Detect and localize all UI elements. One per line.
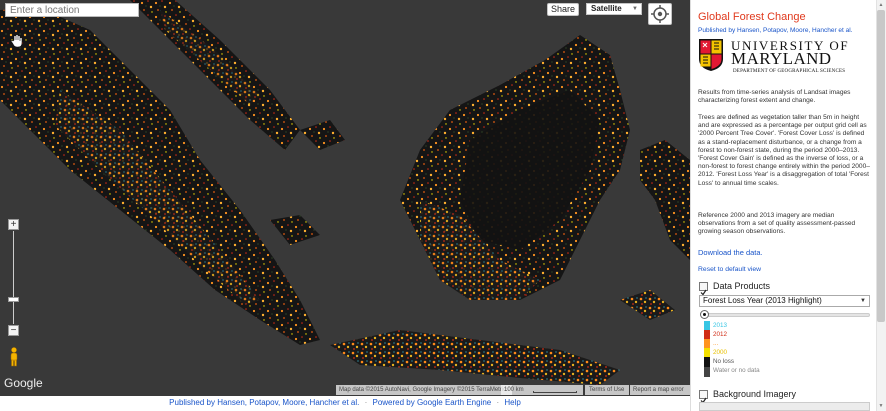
footer-separator: · <box>364 398 368 407</box>
powered-by-link[interactable]: Powered by Google Earth Engine <box>372 398 491 407</box>
umd-logo: UNIVERSITY OF MARYLAND DEPARTMENT OF GEO… <box>699 38 869 76</box>
background-imagery-label: Background Imagery <box>713 389 797 399</box>
intro-text: Results from time-series analysis of Lan… <box>698 89 851 105</box>
data-products-checkbox[interactable] <box>699 282 708 296</box>
definitions-text: Trees are defined as vegetation taller t… <box>698 114 870 187</box>
data-layer-select[interactable]: Forest Loss Year (2013 Highlight) ▼ <box>699 295 870 307</box>
legend-2012: 2012 <box>713 331 728 338</box>
share-button[interactable]: Share <box>547 3 579 16</box>
reference-text: Reference 2000 and 2013 imagery are medi… <box>698 212 856 236</box>
opacity-slider-thumb[interactable] <box>700 310 709 319</box>
pegman-icon[interactable] <box>9 347 19 367</box>
crosshair-locate-icon <box>651 5 669 23</box>
scale-bar-line <box>533 391 577 393</box>
hand-pan-icon <box>11 34 23 48</box>
legend-water: Water or no data <box>713 367 760 374</box>
background-opacity-slider[interactable] <box>699 402 870 411</box>
authors-link[interactable]: Published by Hansen, Potapov, Moore, Han… <box>698 27 853 34</box>
data-products-label: Data Products <box>713 281 771 291</box>
chevron-down-icon: ▼ <box>632 6 638 12</box>
published-link[interactable]: Published by Hansen, Potapov, Moore, Han… <box>169 398 359 407</box>
scroll-down-icon[interactable]: ▼ <box>877 402 885 410</box>
legend-2013: 2013 <box>713 322 728 329</box>
map-canvas[interactable]: Share Satellite ▼ + − Google Map <box>0 0 690 396</box>
scroll-up-icon[interactable]: ▲ <box>877 1 885 9</box>
google-logo: Google <box>4 376 43 390</box>
map-type-value: Satellite <box>591 4 622 13</box>
footer-links: Published by Hansen, Potapov, Moore, Han… <box>0 396 690 411</box>
footer-separator: · <box>496 398 500 407</box>
panel-title: Global Forest Change <box>698 11 806 23</box>
legend-no-loss: No loss <box>713 358 734 365</box>
reset-view-link[interactable]: Reset to default view <box>698 266 761 273</box>
map-type-select[interactable]: Satellite ▼ <box>586 3 642 15</box>
location-search-input[interactable] <box>5 3 139 17</box>
background-imagery-checkbox[interactable] <box>699 390 708 404</box>
info-panel: Global Forest Change Published by Hansen… <box>690 0 886 411</box>
maryland-shield-icon <box>699 39 723 71</box>
umd-department-text: DEPARTMENT OF GEOGRAPHICAL SCIENCES <box>733 69 846 74</box>
terms-of-use-link[interactable]: Terms of Use <box>585 385 629 395</box>
umd-maryland-text: MARYLAND <box>731 49 832 68</box>
scrollbar-thumb[interactable] <box>877 10 885 322</box>
opacity-slider-track[interactable] <box>705 313 870 317</box>
chevron-down-icon: ▼ <box>860 298 866 304</box>
legend-ellipsis: ... <box>713 340 719 347</box>
zoom-slider-track[interactable] <box>13 231 14 324</box>
help-link[interactable]: Help <box>504 398 520 407</box>
app-root: Share Satellite ▼ + − Google Map <box>0 0 886 411</box>
map-attribution: Map data ©2015 AutoNavi, Google Imagery … <box>336 385 513 395</box>
scale-label: 100 km <box>504 387 524 393</box>
zoom-slider-thumb[interactable] <box>8 297 19 302</box>
panel-scrollbar[interactable]: ▲ ▼ <box>876 0 886 411</box>
locate-button[interactable] <box>648 3 672 25</box>
report-map-error-link[interactable]: Report a map error <box>630 385 690 395</box>
legend-2000: 2000 <box>713 349 728 356</box>
data-layer-value: Forest Loss Year (2013 Highlight) <box>703 296 822 305</box>
zoom-in-button[interactable]: + <box>8 219 19 230</box>
legend-color-ramp <box>704 321 710 377</box>
zoom-out-button[interactable]: − <box>8 325 19 336</box>
download-data-link[interactable]: Download the data. <box>698 248 763 257</box>
forest-loss-map-imagery <box>0 0 690 385</box>
scale-bar[interactable]: 100 km <box>501 385 583 395</box>
